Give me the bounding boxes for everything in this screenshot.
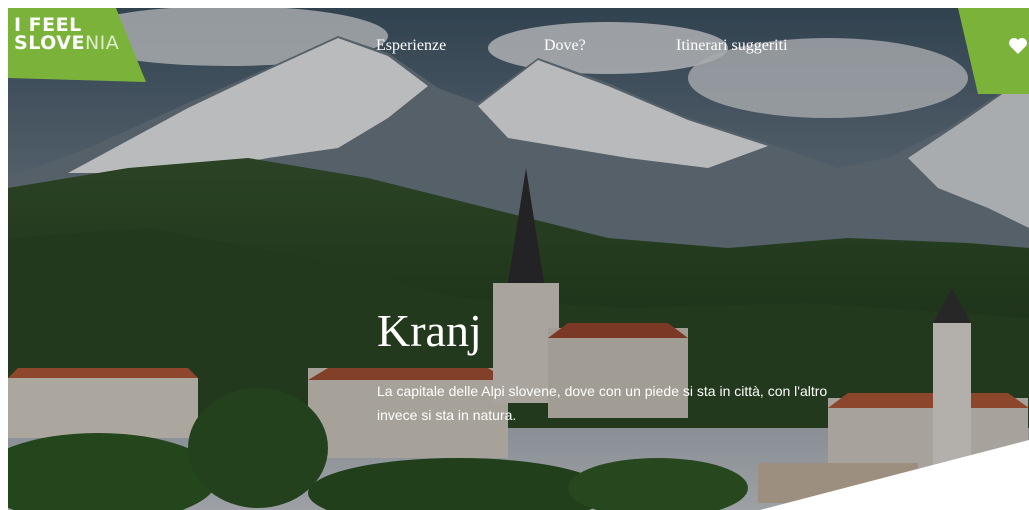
heart-icon[interactable] (1008, 36, 1028, 56)
brand-logo[interactable]: I FEEL SLOVENIA (14, 16, 120, 54)
brand-logo-s: S (14, 32, 29, 54)
brand-logo-love: LOVE (28, 32, 85, 54)
nav-item-esperienze[interactable]: Esperienze (376, 37, 446, 55)
nav-item-itinerari[interactable]: Itinerari suggeriti (676, 37, 788, 55)
brand-logo-nia: NIA (84, 32, 120, 54)
page-title: Kranj (377, 305, 482, 356)
nav-item-dove[interactable]: Dove? (544, 37, 586, 55)
page-subtitle: La capitale delle Alpi slovene, dove con… (377, 383, 828, 423)
hero-banner (8, 8, 1029, 510)
hero-overlay (8, 8, 1029, 510)
